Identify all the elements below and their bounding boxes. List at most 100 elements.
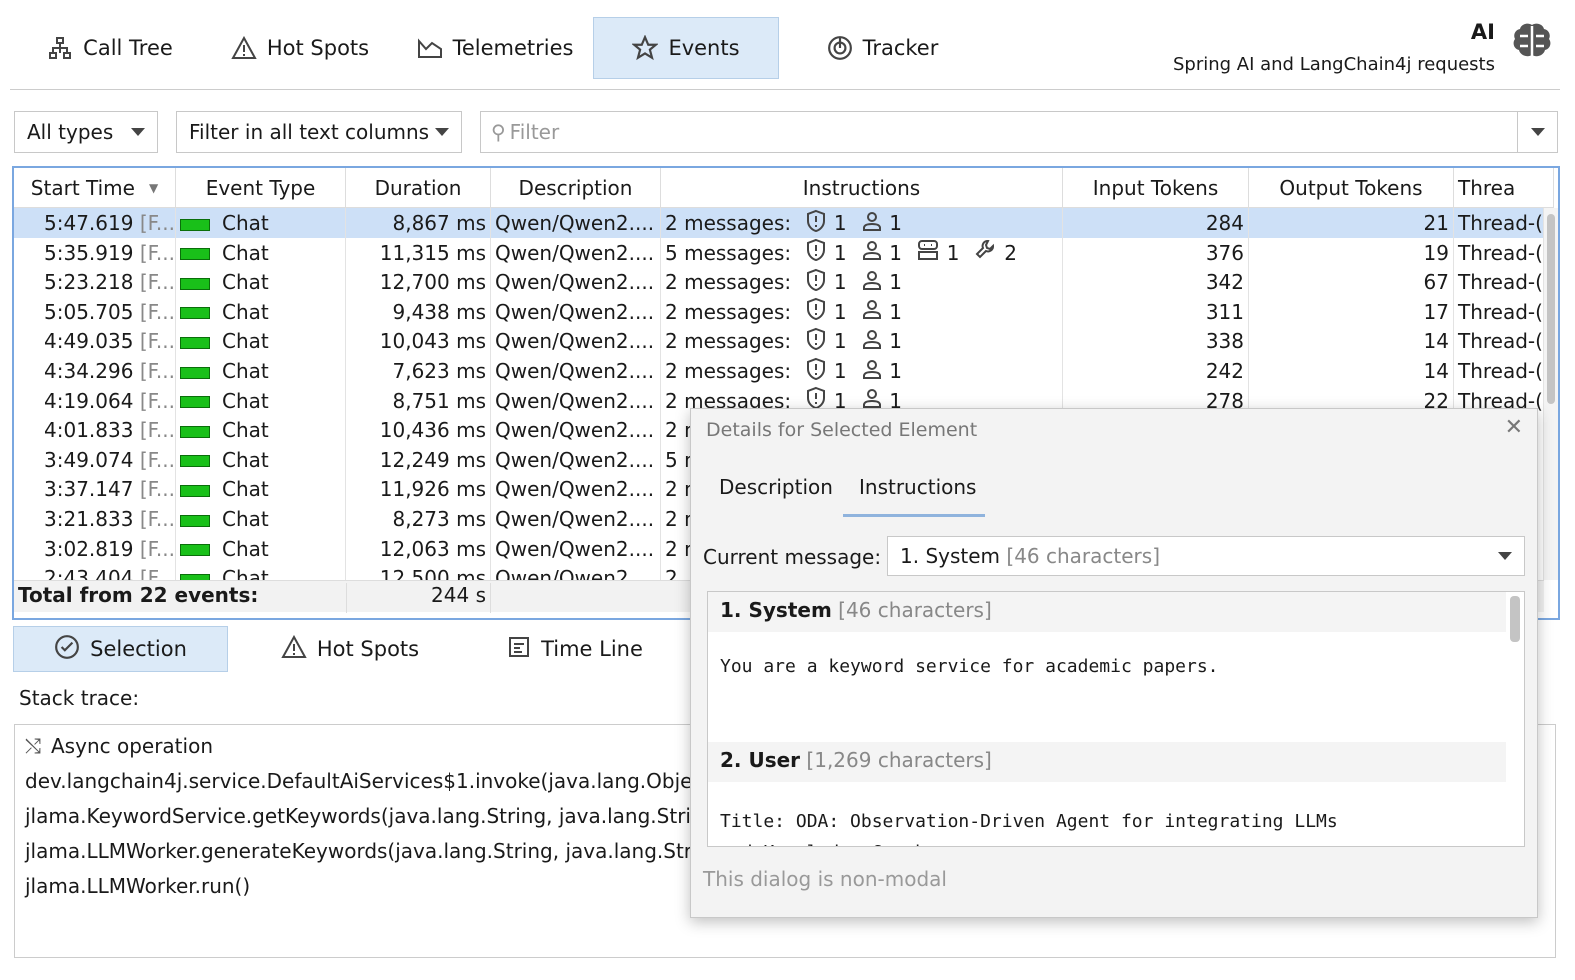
start-time: 5:23.218	[44, 270, 134, 295]
column-header-start-time[interactable]: Start Time ▼	[14, 168, 176, 208]
start-time-cell: 4:49.035 [F...	[14, 326, 176, 357]
start-time: 5:47.619	[44, 211, 134, 235]
scrollbar-thumb[interactable]	[1547, 214, 1555, 404]
start-time-suffix: [F...	[139, 299, 175, 324]
event-color-bar	[180, 455, 210, 468]
message-line: Title: ODA: Observation-Driven Agent for…	[720, 811, 1338, 832]
start-time: 3:37.147	[44, 477, 134, 502]
header-label: Input Tokens	[1092, 175, 1219, 200]
tab-selection[interactable]: Selection	[13, 626, 228, 672]
instructions-text: 2 messages:	[665, 359, 792, 383]
instructions-cell: 2 messages: 1 1	[661, 296, 1063, 327]
close-icon[interactable]: ✕	[1505, 415, 1523, 440]
message-count: 1	[889, 299, 903, 324]
tab-events[interactable]: Events	[593, 17, 779, 79]
async-icon: ⤭	[25, 734, 41, 758]
system-message-icon	[805, 327, 827, 356]
event-type: Chat	[222, 270, 269, 295]
select-chars: [46 characters]	[1006, 544, 1160, 568]
message-count: 1	[889, 329, 903, 354]
event-type-select[interactable]: All types	[14, 111, 158, 153]
message-body: Title: ODA: Observation-Driven Agent for…	[708, 782, 1524, 846]
user-message-icon	[861, 329, 883, 355]
start-time-cell: 4:19.064 [F...	[14, 385, 176, 416]
current-message-select[interactable]: 1. System [46 characters]	[887, 536, 1525, 576]
filter-history-button[interactable]	[1517, 112, 1557, 152]
tab-tracker[interactable]: Tracker	[810, 17, 955, 79]
event-type: Chat	[222, 418, 269, 443]
system-message-icon	[805, 268, 827, 297]
tab-label: Events	[668, 36, 740, 60]
filter-column-select[interactable]: Filter in all text columns	[176, 111, 462, 153]
thread-cell: Thread-(	[1454, 237, 1544, 268]
event-color-bar	[180, 277, 210, 290]
event-color-bar	[180, 248, 210, 261]
messages-scrollbar[interactable]	[1510, 596, 1520, 642]
description-cell: Qwen/Qwen2....	[491, 415, 661, 446]
instructions-cell: 2 messages: 1 1	[661, 356, 1063, 386]
total-duration: 244 s	[346, 583, 491, 613]
tab-label: Selection	[90, 637, 187, 661]
column-header-input-tokens[interactable]: Input Tokens	[1063, 168, 1249, 208]
event-type-cell: Chat	[176, 415, 346, 446]
table-scrollbar[interactable]	[1544, 208, 1558, 580]
event-type: Chat	[222, 329, 269, 354]
start-time-suffix: [F...	[139, 240, 175, 265]
start-time-cell: 4:34.296 [F...	[14, 356, 176, 386]
event-type-cell: Chat	[176, 444, 346, 475]
column-header-output-tokens[interactable]: Output Tokens	[1249, 168, 1454, 208]
header-label: Duration	[374, 175, 462, 200]
event-type: Chat	[222, 211, 269, 235]
description-cell: Qwen/Qwen2....	[491, 237, 661, 268]
total-label: Total from 22 events:	[18, 583, 259, 607]
output-tokens-cell: 67	[1249, 267, 1454, 298]
tab-bottom-hot-spots[interactable]: Hot Spots	[270, 626, 430, 672]
event-type-cell: Chat	[176, 533, 346, 564]
system-message-icon	[805, 209, 827, 238]
tab-telemetries[interactable]: Telemetries	[405, 17, 585, 79]
description-cell: Qwen/Qwen2....	[491, 208, 661, 238]
description-cell: Qwen/Qwen2....	[491, 385, 661, 416]
description-cell: Qwen/Qwen2....	[491, 296, 661, 327]
thread-cell: Thread-(	[1454, 296, 1544, 327]
table-row[interactable]: 5:05.705 [F... Chat 9,438 ms Qwen/Qwen2.…	[14, 296, 1544, 327]
instructions-cell: 2 messages: 1 1	[661, 326, 1063, 357]
start-time: 4:19.064	[44, 388, 134, 413]
table-row[interactable]: 5:47.619 [F... Chat 8,867 ms Qwen/Qwen2.…	[14, 208, 1544, 238]
column-header-thread[interactable]: Threa	[1454, 168, 1554, 208]
column-header-event-type[interactable]: Event Type	[176, 168, 346, 208]
filter-input[interactable]: ⚲ Filter	[480, 111, 1558, 153]
column-header-instructions[interactable]: Instructions	[661, 168, 1063, 208]
message-header: 1. System [46 characters]	[708, 592, 1506, 632]
table-row[interactable]: 4:49.035 [F... Chat 10,043 ms Qwen/Qwen2…	[14, 326, 1544, 357]
column-header-duration[interactable]: Duration	[346, 168, 491, 208]
output-tokens-cell: 21	[1249, 208, 1454, 238]
tab-call-tree[interactable]: Call Tree	[30, 17, 190, 79]
duration-cell: 8,273 ms	[346, 504, 491, 534]
tab-hot-spots[interactable]: Hot Spots	[215, 17, 385, 79]
messages-panel: 1. System [46 characters] You are a keyw…	[707, 591, 1525, 847]
dialog-tab-instructions[interactable]: Instructions	[843, 475, 985, 517]
tab-time-line[interactable]: Time Line	[495, 626, 655, 672]
column-header-description[interactable]: Description	[491, 168, 661, 208]
thread-cell: Thread-(	[1454, 267, 1544, 298]
warning-icon	[281, 634, 307, 664]
tracker-icon	[827, 35, 853, 61]
header-label: Event Type	[205, 175, 316, 200]
chevron-down-icon	[435, 128, 449, 136]
description-cell: Qwen/Qwen2....	[491, 533, 661, 564]
table-row[interactable]: 4:34.296 [F... Chat 7,623 ms Qwen/Qwen2.…	[14, 356, 1544, 386]
message-count: 1	[889, 270, 903, 295]
duration-cell: 8,751 ms	[346, 385, 491, 416]
start-time: 4:34.296	[44, 359, 134, 383]
start-time: 5:05.705	[44, 299, 134, 324]
table-row[interactable]: 5:35.919 [F... Chat 11,315 ms Qwen/Qwen2…	[14, 237, 1544, 268]
input-tokens-cell: 338	[1063, 326, 1249, 357]
message-count: 1	[889, 240, 903, 265]
message-count: 1	[833, 359, 847, 383]
table-row[interactable]: 5:23.218 [F... Chat 12,700 ms Qwen/Qwen2…	[14, 267, 1544, 298]
dialog-tab-description[interactable]: Description	[719, 475, 833, 499]
description-cell: Qwen/Qwen2....	[491, 444, 661, 475]
probe-subtitle: Spring AI and LangChain4j requests	[1172, 54, 1495, 75]
chevron-down-icon	[1498, 552, 1512, 560]
